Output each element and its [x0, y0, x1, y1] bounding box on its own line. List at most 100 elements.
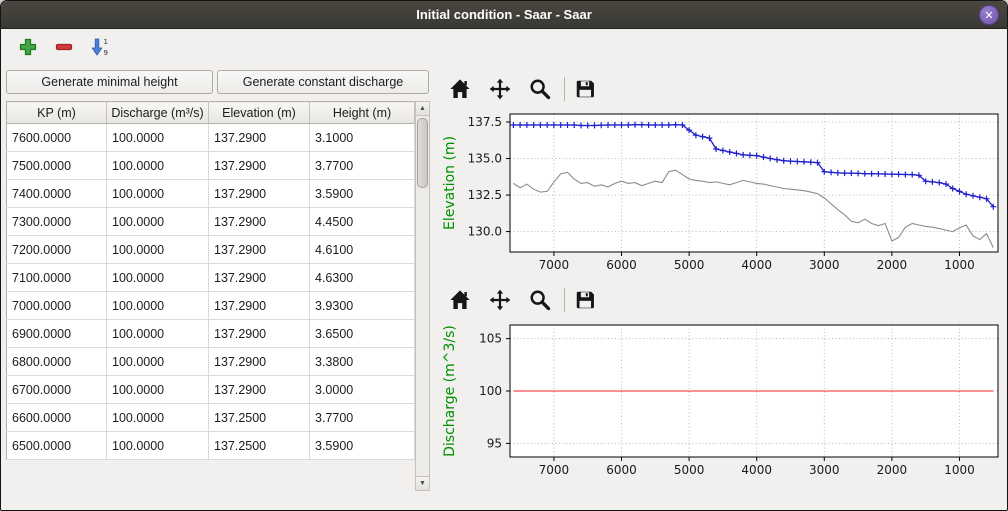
- zoom-button[interactable]: [527, 76, 553, 102]
- table-row[interactable]: 7000.0000100.0000137.29003.9300: [7, 292, 415, 320]
- column-header-kp[interactable]: KP (m): [7, 102, 107, 124]
- save-button[interactable]: [572, 287, 598, 313]
- table-cell[interactable]: 100.0000: [107, 124, 209, 152]
- table-cell[interactable]: 3.6500: [310, 320, 415, 348]
- table-cell[interactable]: 6900.0000: [7, 320, 107, 348]
- save-icon: [574, 78, 596, 100]
- table-cell[interactable]: 100.0000: [107, 320, 209, 348]
- table-cell[interactable]: 7300.0000: [7, 208, 107, 236]
- scroll-down-arrow-icon[interactable]: ▼: [416, 476, 429, 490]
- save-button[interactable]: [572, 76, 598, 102]
- scrollbar-thumb[interactable]: [417, 118, 428, 188]
- table-row[interactable]: 7200.0000100.0000137.29004.6100: [7, 236, 415, 264]
- table-cell[interactable]: 3.1000: [310, 124, 415, 152]
- table-vertical-scrollbar[interactable]: ▲ ▼: [415, 101, 430, 491]
- elevation-chart[interactable]: 7000600050004000300020001000130.0132.513…: [438, 108, 1004, 278]
- table-cell[interactable]: 137.2900: [209, 180, 310, 208]
- add-row-button[interactable]: [15, 34, 41, 60]
- plus-icon: [18, 37, 38, 57]
- table-cell[interactable]: 100.0000: [107, 236, 209, 264]
- table-cell[interactable]: 3.5900: [310, 432, 415, 460]
- table-cell[interactable]: 3.0000: [310, 376, 415, 404]
- window-title: Initial condition - Saar - Saar: [1, 1, 1007, 28]
- table-cell[interactable]: 3.5900: [310, 180, 415, 208]
- zoom-icon: [529, 78, 551, 100]
- table-row[interactable]: 7100.0000100.0000137.29004.6300: [7, 264, 415, 292]
- scroll-up-arrow-icon[interactable]: ▲: [416, 102, 429, 116]
- titlebar[interactable]: Initial condition - Saar - Saar ✕: [1, 1, 1007, 29]
- table-cell[interactable]: 100.0000: [107, 264, 209, 292]
- table-cell[interactable]: 7200.0000: [7, 236, 107, 264]
- generate-constant-discharge-button[interactable]: Generate constant discharge: [217, 70, 429, 94]
- pan-button[interactable]: [487, 76, 513, 102]
- svg-text:7000: 7000: [539, 463, 570, 477]
- table-cell[interactable]: 100.0000: [107, 208, 209, 236]
- table-cell[interactable]: 100.0000: [107, 152, 209, 180]
- table-cell[interactable]: 6600.0000: [7, 404, 107, 432]
- table-cell[interactable]: 137.2900: [209, 152, 310, 180]
- table-cell[interactable]: 3.7700: [310, 152, 415, 180]
- svg-text:105: 105: [479, 332, 502, 346]
- table-cell[interactable]: 7500.0000: [7, 152, 107, 180]
- toolbar-separator: [564, 288, 565, 312]
- table-row[interactable]: 7500.0000100.0000137.29003.7700: [7, 152, 415, 180]
- table-cell[interactable]: 4.4500: [310, 208, 415, 236]
- table-cell[interactable]: 137.2900: [209, 208, 310, 236]
- zoom-button[interactable]: [527, 287, 553, 313]
- table-cell[interactable]: 6500.0000: [7, 432, 107, 460]
- svg-text:2000: 2000: [877, 258, 908, 272]
- svg-text:3000: 3000: [809, 258, 840, 272]
- table-cell[interactable]: 7000.0000: [7, 292, 107, 320]
- table-cell[interactable]: 6700.0000: [7, 376, 107, 404]
- generate-minimal-height-button[interactable]: Generate minimal height: [6, 70, 213, 94]
- table-cell[interactable]: 137.2900: [209, 264, 310, 292]
- minus-icon: [54, 37, 74, 57]
- table-cell[interactable]: 137.2900: [209, 124, 310, 152]
- table-row[interactable]: 7600.0000100.0000137.29003.1000: [7, 124, 415, 152]
- home-button[interactable]: [447, 76, 473, 102]
- table-cell[interactable]: 100.0000: [107, 432, 209, 460]
- table-cell[interactable]: 137.2900: [209, 348, 310, 376]
- remove-row-button[interactable]: [51, 34, 77, 60]
- table-cell[interactable]: 137.2500: [209, 404, 310, 432]
- close-button[interactable]: ✕: [979, 5, 999, 25]
- table-cell[interactable]: 3.7700: [310, 404, 415, 432]
- column-header-discharge[interactable]: Discharge (m³/s): [107, 102, 209, 124]
- table-cell[interactable]: 100.0000: [107, 292, 209, 320]
- toolbar-separator: [564, 77, 565, 101]
- column-header-elevation[interactable]: Elevation (m): [209, 102, 310, 124]
- table-row[interactable]: 6800.0000100.0000137.29003.3800: [7, 348, 415, 376]
- discharge-chart[interactable]: 700060005000400030002000100095100105Disc…: [438, 319, 1004, 483]
- table-row[interactable]: 6700.0000100.0000137.29003.0000: [7, 376, 415, 404]
- table-cell[interactable]: 4.6300: [310, 264, 415, 292]
- table-cell[interactable]: 137.2900: [209, 236, 310, 264]
- sort-button[interactable]: 1 9: [87, 34, 113, 60]
- table-cell[interactable]: 137.2900: [209, 320, 310, 348]
- table-cell[interactable]: 4.6100: [310, 236, 415, 264]
- table-cell[interactable]: 100.0000: [107, 376, 209, 404]
- svg-text:135.0: 135.0: [468, 152, 502, 166]
- table-cell[interactable]: 100.0000: [107, 180, 209, 208]
- table-cell[interactable]: 137.2500: [209, 432, 310, 460]
- table-cell[interactable]: 3.9300: [310, 292, 415, 320]
- table-row[interactable]: 7300.0000100.0000137.29004.4500: [7, 208, 415, 236]
- table-cell[interactable]: 6800.0000: [7, 348, 107, 376]
- table-row[interactable]: 7400.0000100.0000137.29003.5900: [7, 180, 415, 208]
- svg-text:4000: 4000: [741, 463, 772, 477]
- pan-button[interactable]: [487, 287, 513, 313]
- table-cell[interactable]: 100.0000: [107, 348, 209, 376]
- table-cell[interactable]: 7400.0000: [7, 180, 107, 208]
- table-cell[interactable]: 3.3800: [310, 348, 415, 376]
- column-header-height[interactable]: Height (m): [310, 102, 415, 124]
- home-button[interactable]: [447, 287, 473, 313]
- table-cell[interactable]: 7100.0000: [7, 264, 107, 292]
- table-cell[interactable]: 137.2900: [209, 292, 310, 320]
- table-row[interactable]: 6900.0000100.0000137.29003.6500: [7, 320, 415, 348]
- table-cell[interactable]: 7600.0000: [7, 124, 107, 152]
- table-row[interactable]: 6500.0000100.0000137.25003.5900: [7, 432, 415, 460]
- pan-icon: [489, 289, 511, 311]
- pan-icon: [489, 78, 511, 100]
- table-cell[interactable]: 100.0000: [107, 404, 209, 432]
- table-cell[interactable]: 137.2900: [209, 376, 310, 404]
- table-row[interactable]: 6600.0000100.0000137.25003.7700: [7, 404, 415, 432]
